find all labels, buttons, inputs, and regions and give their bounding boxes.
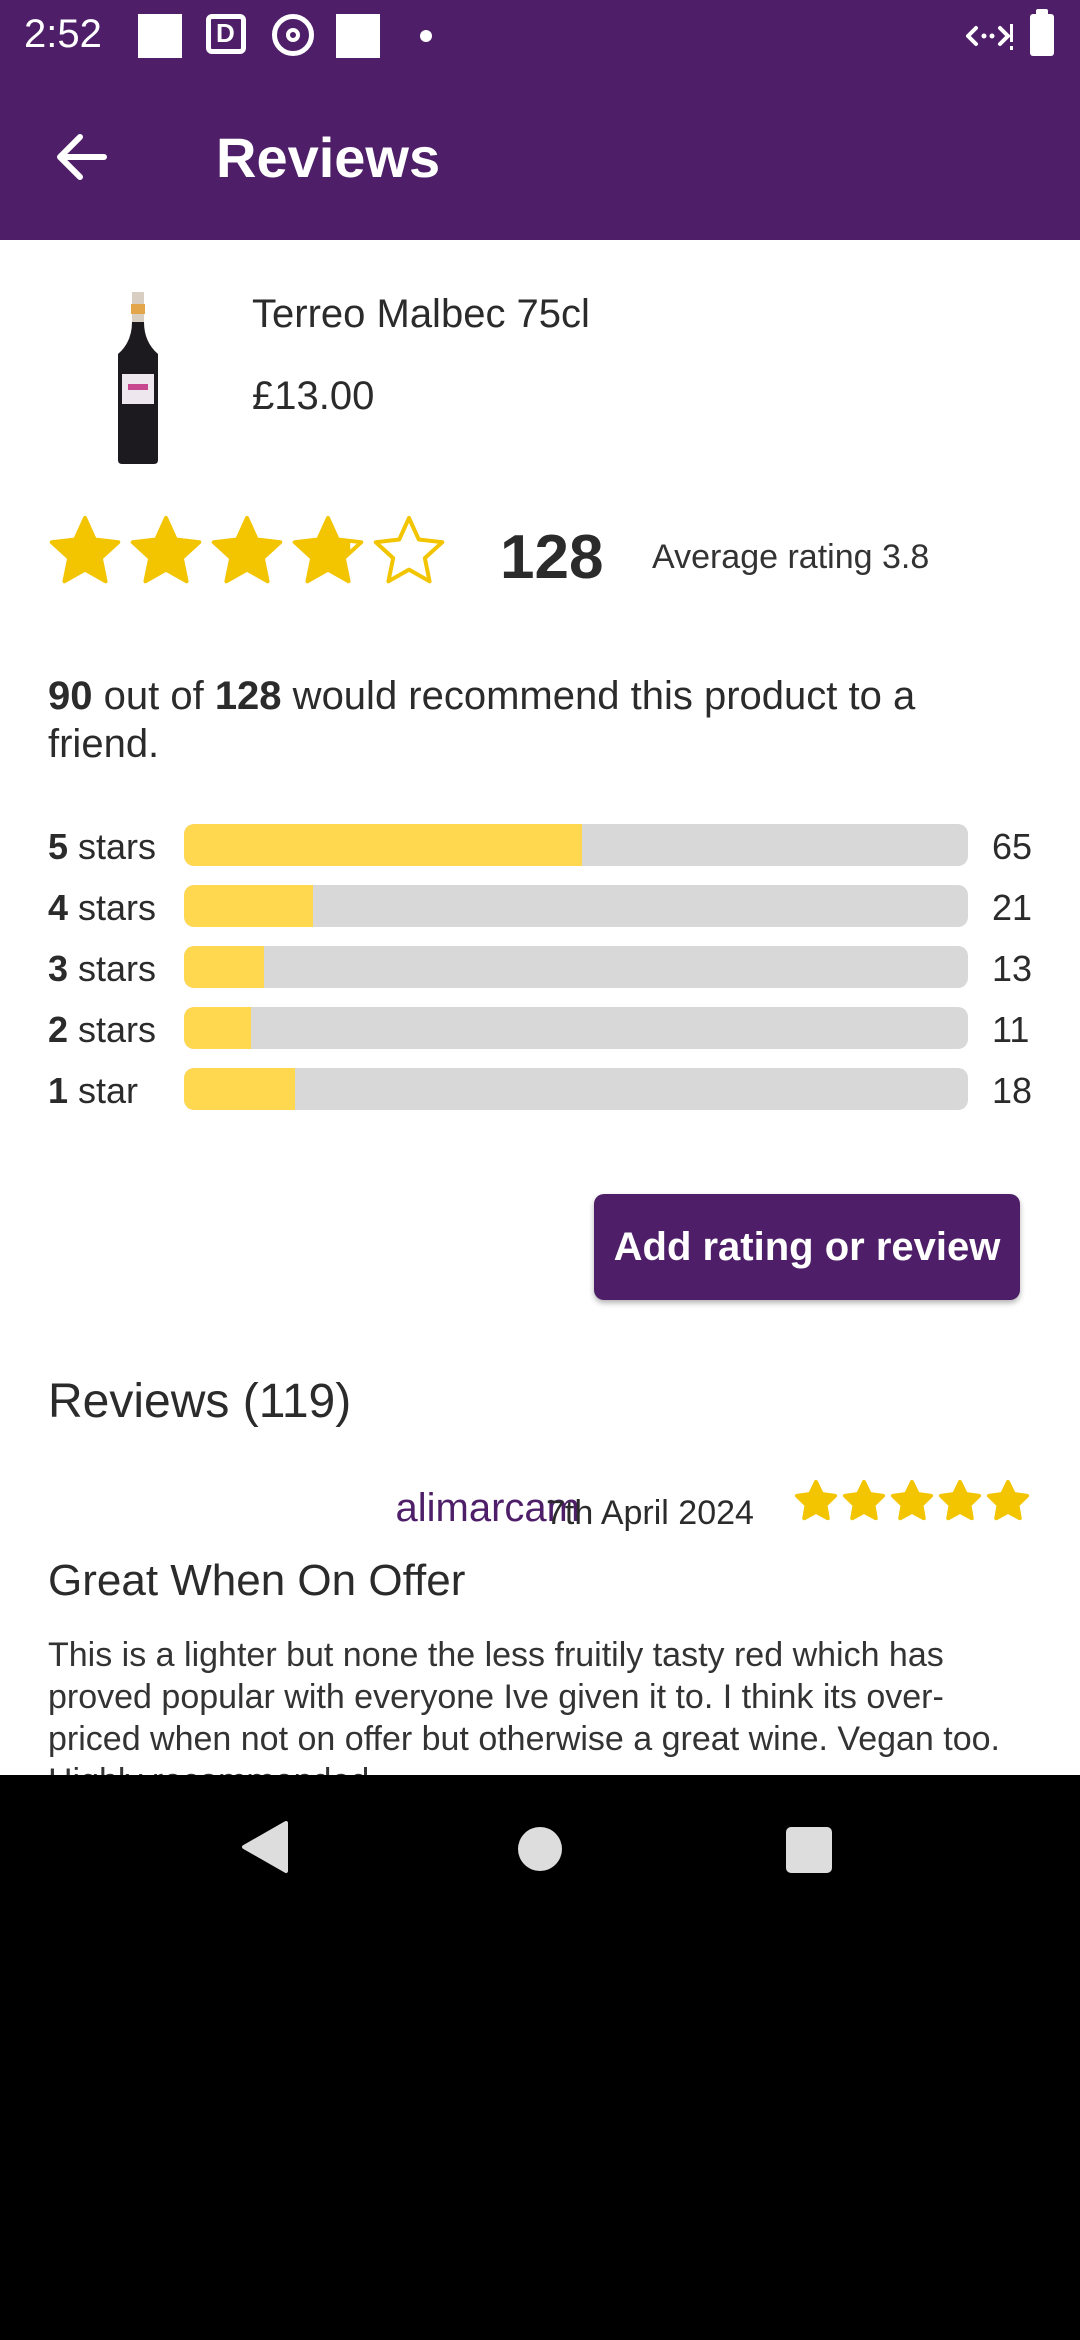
page-title: Reviews bbox=[216, 126, 441, 189]
recommend-total: 128 bbox=[214, 674, 282, 718]
star-unit: stars bbox=[68, 948, 157, 989]
notification-square-icon bbox=[138, 14, 182, 58]
recommend-statement: 90 out of 128 would recommend this produ… bbox=[48, 672, 1028, 768]
rating-distribution-row: 4 stars 21 bbox=[48, 885, 1048, 929]
star-number: 1 bbox=[48, 1070, 69, 1111]
nav-home-icon[interactable] bbox=[518, 1827, 562, 1871]
status-bar: 2:52 D bbox=[0, 0, 1080, 72]
news-icon: D bbox=[206, 14, 246, 54]
target-icon bbox=[272, 14, 314, 56]
star-number: 5 bbox=[48, 826, 69, 867]
distribution-bar-fill bbox=[184, 1068, 295, 1110]
rating-distribution-row: 5 stars 65 bbox=[48, 824, 1048, 868]
product-name: Terreo Malbec 75cl bbox=[252, 292, 590, 336]
star-unit: stars bbox=[68, 1009, 157, 1050]
star-filled-icon bbox=[795, 1480, 837, 1520]
star-outline-icon bbox=[373, 516, 445, 584]
distribution-count: 18 bbox=[992, 1070, 1033, 1111]
rating-distribution-row: 3 stars 13 bbox=[48, 946, 1048, 990]
wifi-icon bbox=[966, 24, 1013, 50]
nav-recents-icon[interactable] bbox=[786, 1827, 832, 1873]
rating-distribution-row: 2 stars 11 bbox=[48, 1007, 1048, 1051]
navigation-bar bbox=[0, 1775, 1080, 2340]
average-rating-stars bbox=[49, 516, 445, 584]
product-price: £13.00 bbox=[252, 374, 375, 418]
star-filled-icon bbox=[939, 1480, 981, 1520]
distribution-count: 21 bbox=[992, 887, 1033, 928]
reviews-content[interactable]: Terreo Malbec 75cl £13.00 128 Average ra… bbox=[0, 240, 1080, 1775]
star-unit: stars bbox=[68, 887, 157, 928]
review-stars bbox=[794, 1480, 1030, 1521]
distribution-bar-fill bbox=[184, 885, 313, 927]
nav-back-icon[interactable] bbox=[240, 1819, 290, 1875]
star-filled-icon bbox=[843, 1480, 885, 1520]
distribution-bar-fill bbox=[184, 824, 583, 866]
distribution-count: 13 bbox=[992, 948, 1033, 989]
arrow-left-icon[interactable] bbox=[44, 122, 124, 192]
notification-square-icon bbox=[336, 14, 380, 58]
star-number: 3 bbox=[48, 948, 69, 989]
wine-bottle-image bbox=[118, 292, 158, 464]
distribution-bar bbox=[184, 1068, 968, 1110]
battery-icon bbox=[1030, 9, 1054, 56]
star-number: 4 bbox=[48, 887, 69, 928]
review-title: Great When On Offer bbox=[48, 1556, 466, 1605]
distribution-bar-fill bbox=[184, 1007, 252, 1049]
rating-count: 128 bbox=[500, 523, 604, 592]
distribution-bar bbox=[184, 885, 968, 927]
distribution-count: 11 bbox=[992, 1009, 1030, 1050]
distribution-bar bbox=[184, 824, 968, 866]
status-time: 2:52 bbox=[24, 12, 102, 56]
star-unit: star bbox=[68, 1070, 139, 1111]
review-date: 7th April 2024 bbox=[546, 1494, 754, 1532]
star-filled-icon bbox=[987, 1480, 1029, 1520]
distribution-label: 3 stars bbox=[48, 948, 156, 990]
star-filled-icon bbox=[891, 1480, 933, 1520]
add-rating-or-review-button[interactable]: Add rating or review bbox=[594, 1194, 1020, 1300]
star-unit: stars bbox=[68, 826, 157, 867]
recommend-mid-text: out of bbox=[92, 674, 215, 718]
rating-distribution-row: 1 star 18 bbox=[48, 1068, 1048, 1112]
app-bar: Reviews bbox=[0, 72, 1080, 240]
distribution-label: 5 stars bbox=[48, 826, 156, 868]
star-number: 2 bbox=[48, 1009, 69, 1050]
reviews-heading: Reviews (119) bbox=[48, 1375, 352, 1428]
dot-icon bbox=[420, 30, 432, 42]
distribution-label: 2 stars bbox=[48, 1009, 156, 1051]
distribution-label: 4 stars bbox=[48, 887, 156, 929]
review-body: This is a lighter but none the less frui… bbox=[48, 1636, 1000, 1775]
average-rating-label: Average rating 3.8 bbox=[652, 538, 930, 576]
distribution-bar-fill bbox=[184, 946, 264, 988]
distribution-bar bbox=[184, 1007, 968, 1049]
distribution-count: 65 bbox=[992, 826, 1033, 867]
recommend-count: 90 bbox=[48, 674, 93, 718]
distribution-bar bbox=[184, 946, 968, 988]
distribution-label: 1 star bbox=[48, 1070, 138, 1112]
